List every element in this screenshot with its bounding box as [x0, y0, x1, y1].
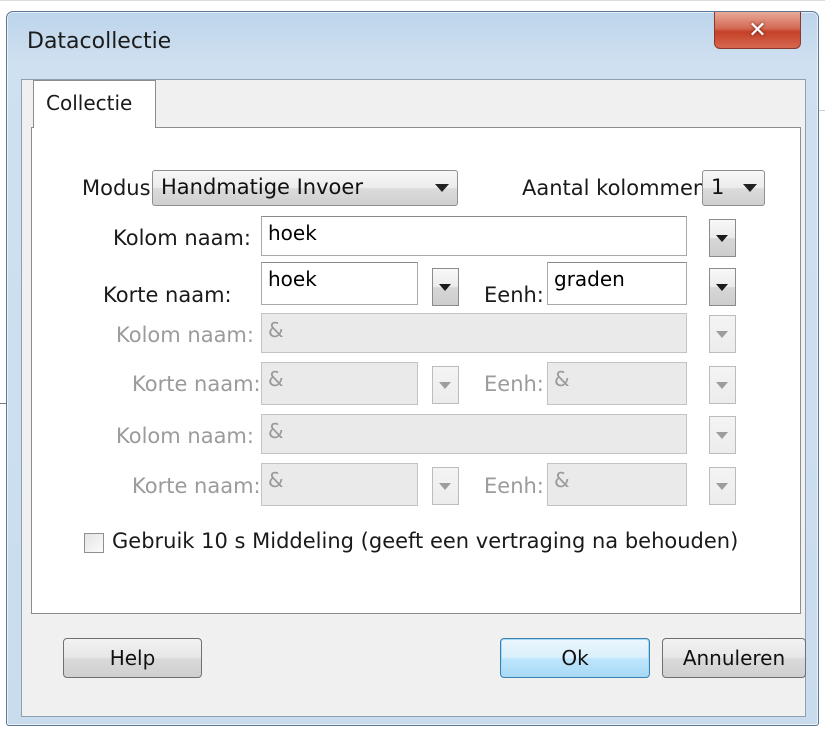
chevron-down-icon	[743, 184, 757, 192]
eenheid-input[interactable]: graden	[547, 262, 687, 305]
chevron-down-icon	[435, 184, 449, 192]
kolom-naam-dropdown-button[interactable]	[709, 315, 736, 353]
korte-naam-label: Korte naam:	[103, 283, 232, 307]
cancel-button-label: Annuleren	[682, 646, 786, 670]
kolom-naam-input[interactable]: &	[261, 414, 687, 454]
korte-naam-input[interactable]: &	[261, 362, 418, 405]
korte-naam-input[interactable]: &	[261, 463, 418, 506]
korte-naam-label: Korte naam:	[132, 474, 261, 498]
chevron-down-icon	[716, 432, 728, 439]
background-divider	[0, 0, 825, 1]
help-button[interactable]: Help	[63, 638, 202, 678]
help-button-label: Help	[109, 646, 156, 670]
title-bar[interactable]: Datacollectie ✕	[7, 12, 818, 76]
kolom-naam-value: &	[268, 419, 284, 443]
close-icon: ✕	[748, 17, 767, 43]
chevron-down-icon	[716, 382, 728, 389]
kolom-naam-dropdown-button[interactable]	[709, 219, 736, 257]
korte-naam-value: &	[268, 468, 284, 492]
korte-naam-label: Korte naam:	[132, 372, 261, 396]
modus-value: Handmatige Invoer	[161, 175, 363, 199]
chevron-down-icon	[716, 331, 728, 338]
ok-button-label: Ok	[561, 646, 589, 670]
eenheid-value: graden	[554, 267, 625, 291]
modus-select[interactable]: Handmatige Invoer	[152, 170, 458, 206]
window-title: Datacollectie	[27, 29, 172, 54]
kolom-naam-label: Kolom naam:	[116, 323, 254, 347]
korte-naam-input[interactable]: hoek	[261, 262, 418, 305]
korte-naam-dropdown-button[interactable]	[432, 268, 459, 306]
aantal-kolommen-select[interactable]: 1	[702, 170, 765, 206]
modus-label: Modus	[82, 176, 151, 200]
kolom-naam-dropdown-button[interactable]	[709, 416, 736, 454]
chevron-down-icon	[439, 382, 451, 389]
korte-naam-dropdown-button[interactable]	[432, 366, 459, 404]
eenheid-label: Eenh:	[484, 372, 544, 396]
eenheid-dropdown-button[interactable]	[709, 268, 736, 306]
eenheid-dropdown-button[interactable]	[709, 467, 736, 505]
aantal-kolommen-value: 1	[711, 175, 725, 199]
kolom-naam-input[interactable]: hoek	[261, 216, 687, 256]
averaging-label[interactable]: Gebruik 10 s Middeling (geeft een vertra…	[112, 529, 738, 553]
kolom-naam-value: hoek	[268, 221, 317, 245]
tab-collectie[interactable]: Collectie	[33, 80, 156, 128]
eenheid-input[interactable]: &	[547, 362, 687, 405]
cancel-button[interactable]: Annuleren	[662, 638, 806, 678]
kolom-naam-input[interactable]: &	[261, 313, 687, 353]
close-button[interactable]: ✕	[714, 12, 801, 49]
chevron-down-icon	[716, 235, 728, 242]
kolom-naam-label: Kolom naam:	[116, 424, 254, 448]
chevron-down-icon	[716, 284, 728, 291]
eenheid-value: &	[554, 367, 570, 391]
chevron-down-icon	[439, 284, 451, 291]
eenheid-label: Eenh:	[484, 283, 544, 307]
kolom-naam-value: &	[268, 318, 284, 342]
ok-button[interactable]: Ok	[500, 638, 650, 678]
korte-naam-value: &	[268, 367, 284, 391]
eenheid-input[interactable]: &	[547, 463, 687, 506]
aantal-kolommen-label: Aantal kolommen:	[522, 176, 714, 200]
eenheid-label: Eenh:	[484, 474, 544, 498]
averaging-checkbox[interactable]	[84, 533, 104, 553]
korte-naam-value: hoek	[268, 267, 317, 291]
eenheid-dropdown-button[interactable]	[709, 366, 736, 404]
chevron-down-icon	[716, 483, 728, 490]
chevron-down-icon	[439, 483, 451, 490]
kolom-naam-label: Kolom naam:	[113, 226, 251, 250]
tab-label: Collectie	[46, 91, 133, 115]
eenheid-value: &	[554, 468, 570, 492]
korte-naam-dropdown-button[interactable]	[432, 467, 459, 505]
